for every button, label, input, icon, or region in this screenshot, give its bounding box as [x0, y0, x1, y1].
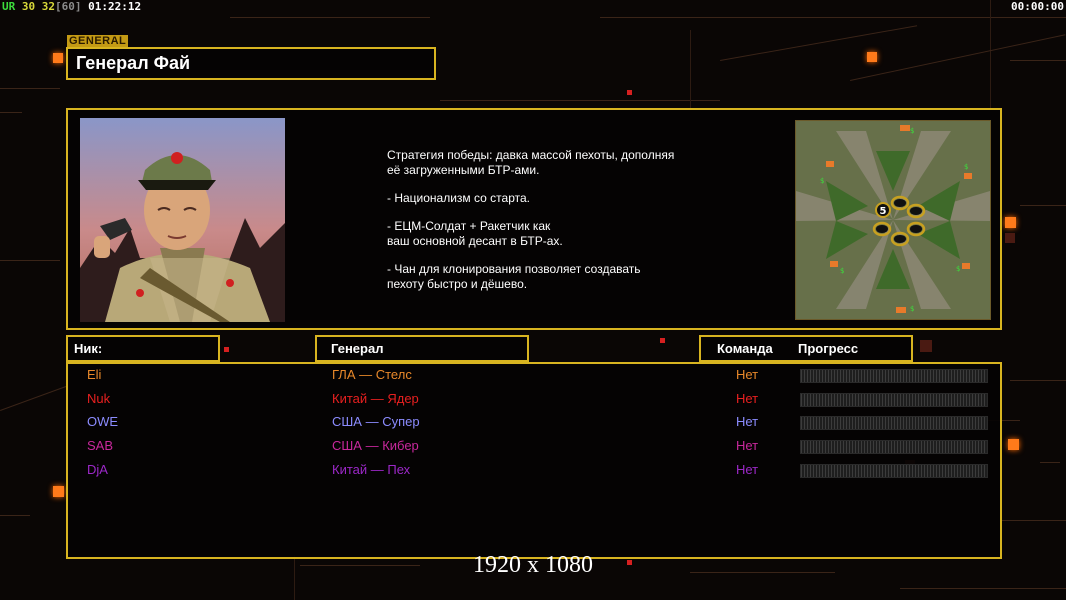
player-nick: SAB	[87, 438, 114, 453]
player-team: Нет	[736, 438, 759, 453]
player-general: ГЛА — Стелс	[332, 367, 412, 382]
player-nick: DjA	[87, 462, 108, 477]
svg-text:$: $	[910, 127, 914, 135]
player-list: Eli ГЛА — Стелс Нет Nuk Китай — Ядер Нет…	[66, 362, 1002, 559]
strategy-text: Стратегия победы: давка массой пехоты, д…	[387, 148, 727, 305]
hud-tag: UR	[2, 0, 16, 13]
svg-text:$: $	[956, 265, 960, 273]
player-nick: OWE	[87, 414, 119, 429]
general-info-panel: Стратегия победы: давка массой пехоты, д…	[66, 108, 1002, 330]
player-nick: Eli	[87, 367, 102, 382]
strategy-paragraph: - Чан для клонирования позволяет создава…	[387, 262, 641, 291]
player-progress-bar	[800, 369, 988, 383]
map-center-label: 5	[880, 206, 887, 217]
player-team: Нет	[736, 462, 759, 477]
hud-value-b: 32	[41, 0, 55, 13]
column-header-nick-label: Ник:	[74, 341, 103, 356]
player-row: SAB США — Кибер Нет	[68, 436, 1000, 456]
svg-text:$: $	[820, 177, 824, 185]
player-general: Китай — Пех	[332, 462, 411, 477]
player-row: DjA Китай — Пех Нет	[68, 460, 1000, 480]
strategy-paragraph: - ЕЦМ-Солдат + Ракетчик как ваш основной…	[387, 219, 563, 248]
player-progress-bar	[800, 416, 988, 430]
player-team: Нет	[736, 367, 759, 382]
general-name: Генерал Фай	[76, 53, 191, 73]
column-header-progress-label: Прогресс	[798, 341, 859, 356]
player-team: Нет	[736, 414, 759, 429]
player-progress-bar	[800, 393, 988, 407]
svg-text:$: $	[910, 305, 914, 313]
strategy-paragraph: - Национализм со старта.	[387, 191, 530, 205]
svg-text:$: $	[964, 163, 968, 171]
column-header-team-label: Команда	[717, 341, 773, 356]
map-preview: 5 $ $ $ $ $ $	[795, 120, 991, 320]
hud-clock: 01:22:12	[88, 0, 142, 13]
resolution-caption: 1920 x 1080	[473, 552, 593, 578]
player-team: Нет	[736, 391, 759, 406]
column-header-general-label: Генерал	[331, 341, 384, 356]
general-portrait	[80, 118, 285, 322]
general-tab-label: GENERAL	[67, 35, 129, 47]
player-general: США — Кибер	[332, 438, 419, 453]
hud-timer: 00:00:00	[1011, 0, 1064, 13]
player-row: OWE США — Супер Нет	[68, 412, 1000, 432]
svg-text:$: $	[840, 267, 844, 275]
player-nick: Nuk	[87, 391, 111, 406]
hud-stats: UR 30 32[60] 01:22:12	[2, 0, 141, 13]
player-general: Китай — Ядер	[332, 391, 419, 406]
player-general: США — Супер	[332, 414, 420, 429]
player-progress-bar	[800, 464, 988, 478]
hud-value-c: [60]	[55, 0, 82, 13]
player-progress-bar	[800, 440, 988, 454]
column-header-general: Генерал	[315, 335, 529, 362]
strategy-paragraph: Стратегия победы: давка массой пехоты, д…	[387, 148, 675, 177]
general-title-box: Генерал Фай	[66, 47, 436, 80]
player-row: Eli ГЛА — Стелс Нет	[68, 365, 1000, 385]
column-header-team-progress: Команда Прогресс	[699, 335, 913, 362]
hud-value-a: 30	[21, 0, 36, 13]
column-header-nick: Ник:	[66, 335, 220, 362]
player-row: Nuk Китай — Ядер Нет	[68, 389, 1000, 409]
